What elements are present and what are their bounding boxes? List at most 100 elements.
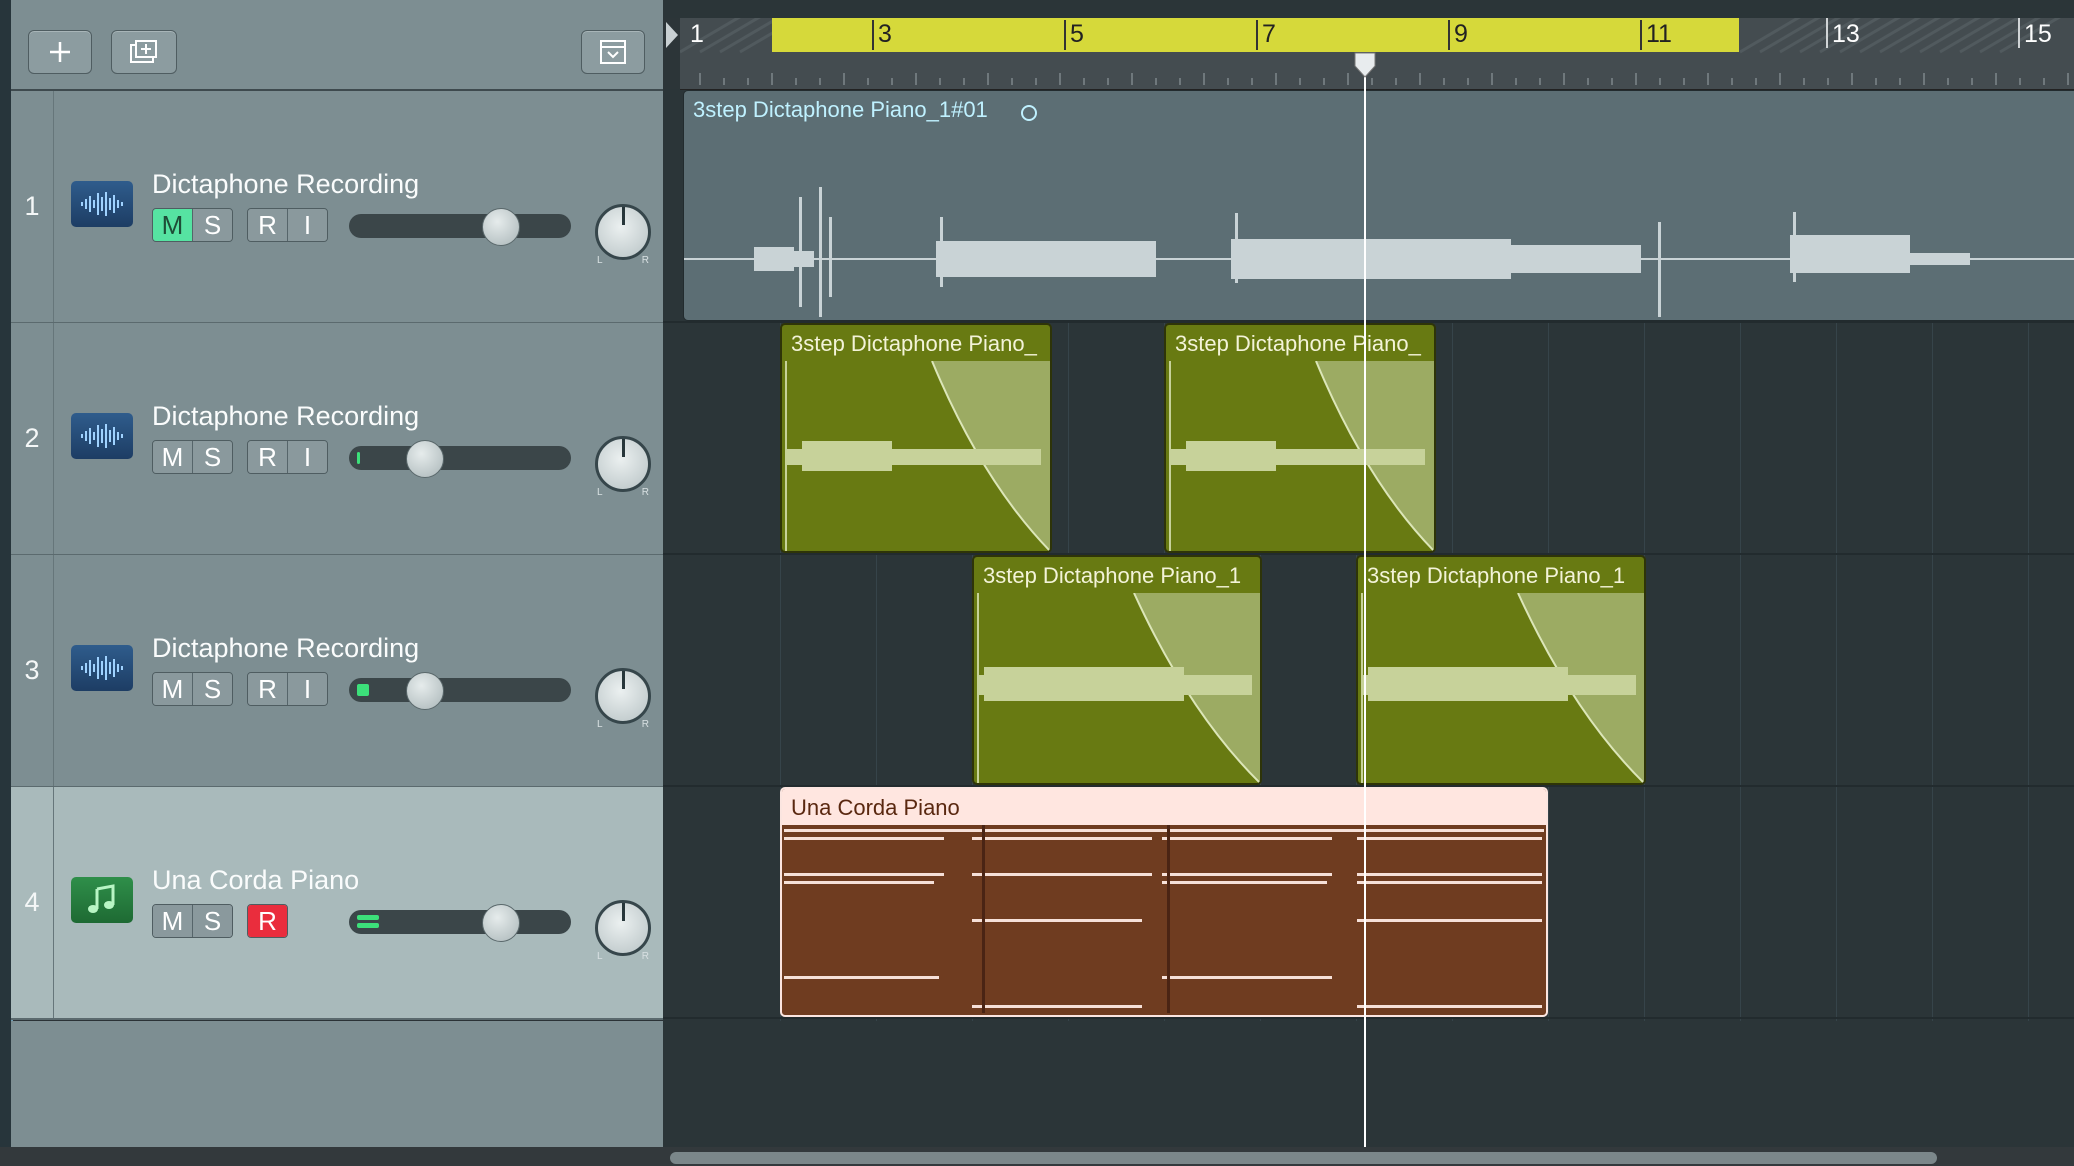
mute-button[interactable]: M (153, 905, 193, 937)
audio-region-track-2a[interactable]: 3step Dictaphone Piano_ (780, 323, 1052, 553)
bar-number: 15 (2024, 20, 2052, 48)
pan-right-label: R (641, 951, 649, 962)
tracks-header (11, 0, 663, 91)
chevron-down-box-icon (600, 40, 626, 64)
region-name: 3step Dictaphone Piano_1#01 (693, 97, 988, 122)
playhead[interactable] (1364, 56, 1366, 1147)
midi-note (784, 837, 944, 840)
pan-knob[interactable] (595, 436, 651, 492)
midi-note (784, 873, 944, 876)
pan-knob[interactable] (595, 668, 651, 724)
midi-note (972, 1005, 1142, 1008)
midi-note (1357, 873, 1542, 876)
track-number: 4 (11, 787, 54, 1018)
midi-note (1357, 919, 1542, 922)
track-header-3[interactable]: 3 Dictaphone Recording M S R I L R (11, 555, 663, 788)
volume-fader[interactable] (349, 904, 571, 942)
track-name[interactable]: Dictaphone Recording (152, 401, 419, 432)
bar-number: 13 (1832, 20, 1860, 48)
midi-note (972, 873, 1152, 876)
audio-track-icon (71, 181, 133, 227)
volume-fader[interactable] (349, 672, 571, 710)
input-monitor-button[interactable]: I (288, 673, 327, 705)
track-header-2[interactable]: 2 Dictaphone Recording M S R I L R (11, 323, 663, 556)
ruler-start-marker (663, 18, 680, 89)
global-tracks-button[interactable] (581, 30, 645, 74)
input-monitor-button[interactable]: I (288, 209, 327, 241)
level-meter-left (357, 915, 379, 920)
midi-note (1162, 881, 1327, 884)
track-number: 3 (11, 555, 54, 786)
audio-region-track-1[interactable]: 3step Dictaphone Piano_1#01 (683, 90, 2074, 321)
bar-number: 9 (1454, 20, 1468, 48)
pan-knob[interactable] (595, 900, 651, 956)
bar-number: 7 (1262, 20, 1276, 48)
volume-fader-knob[interactable] (482, 208, 520, 246)
input-monitor-button[interactable]: I (288, 441, 327, 473)
volume-fader-knob[interactable] (406, 440, 444, 478)
audio-track-icon (71, 645, 133, 691)
duplicate-track-button[interactable] (111, 30, 177, 74)
cycle-region[interactable]: 3 5 7 9 11 (772, 18, 1739, 52)
record-enable-button[interactable]: R (248, 905, 287, 937)
add-track-button[interactable] (28, 30, 92, 74)
volume-fader[interactable] (349, 208, 571, 246)
bar-number: 3 (878, 20, 892, 48)
level-meter (357, 452, 360, 464)
track-header-1[interactable]: 1 Dictaphone Recording M S R I L R (11, 91, 663, 324)
track-name[interactable]: Una Corda Piano (152, 865, 359, 896)
playhead-handle[interactable] (1354, 52, 1376, 78)
mute-button[interactable]: M (153, 209, 193, 241)
midi-region-track-4[interactable]: Una Corda Piano (780, 787, 1548, 1017)
waveform (1169, 361, 1425, 551)
pan-knob[interactable] (595, 204, 651, 260)
midi-note (784, 976, 939, 979)
track-header-4[interactable]: 4 Una Corda Piano M S R L R (11, 787, 663, 1020)
loop-circle-icon (1021, 105, 1037, 121)
midi-note (1162, 873, 1332, 876)
duplicate-track-icon (130, 40, 157, 63)
software-instrument-icon (71, 877, 133, 923)
region-name: 3step Dictaphone Piano_ (1175, 331, 1421, 356)
solo-button[interactable]: S (193, 673, 232, 705)
mute-button[interactable]: M (153, 441, 193, 473)
region-name: Una Corda Piano (791, 795, 960, 820)
waveform (684, 187, 2074, 317)
bar-number: 11 (1646, 20, 1672, 48)
record-enable-button[interactable]: R (248, 673, 288, 705)
solo-button[interactable]: S (193, 905, 232, 937)
waveform (785, 361, 1041, 551)
pan-right-label: R (641, 719, 649, 730)
midi-note (784, 829, 1544, 832)
record-enable-button[interactable]: R (248, 209, 288, 241)
track-number: 2 (11, 323, 54, 554)
horizontal-scrollbar[interactable] (670, 1152, 1937, 1164)
volume-fader-knob[interactable] (406, 672, 444, 710)
midi-note (784, 881, 934, 884)
audio-track-icon (71, 413, 133, 459)
audio-region-track-2b[interactable]: 3step Dictaphone Piano_ (1164, 323, 1436, 553)
record-enable-button[interactable]: R (248, 441, 288, 473)
audio-region-track-3b[interactable]: 3step Dictaphone Piano_1 (1356, 555, 1646, 785)
plus-icon (50, 42, 70, 62)
level-meter (357, 684, 369, 696)
solo-button[interactable]: S (193, 209, 232, 241)
audio-region-track-3a[interactable]: 3step Dictaphone Piano_1 (972, 555, 1262, 785)
volume-fader-knob[interactable] (482, 904, 520, 942)
solo-button[interactable]: S (193, 441, 232, 473)
track-name[interactable]: Dictaphone Recording (152, 633, 419, 664)
pan-left-label: L (597, 487, 603, 498)
midi-note (1357, 1005, 1542, 1008)
midi-note (972, 837, 1152, 840)
region-name: 3step Dictaphone Piano_1 (1367, 563, 1626, 588)
bar-number: 1 (690, 20, 704, 48)
empty-track-area (11, 1021, 663, 1147)
mute-button[interactable]: M (153, 673, 193, 705)
track-name[interactable]: Dictaphone Recording (152, 169, 419, 200)
pan-left-label: L (597, 719, 603, 730)
pan-left-label: L (597, 255, 603, 266)
waveform (977, 593, 1252, 783)
lane-divider (663, 1017, 2074, 1019)
volume-fader[interactable] (349, 440, 571, 478)
region-name: 3step Dictaphone Piano_1 (983, 563, 1242, 588)
